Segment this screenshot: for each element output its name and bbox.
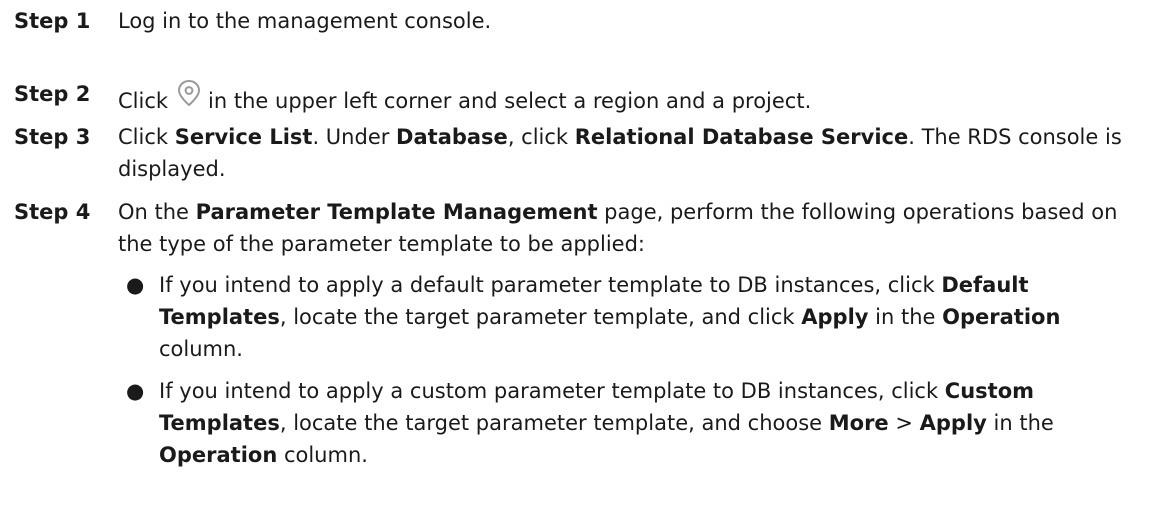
bullet-dot-icon: ● xyxy=(126,379,145,403)
step-label: Step 2 xyxy=(14,82,91,106)
step-text: On the Parameter Template Management pag… xyxy=(118,200,1118,256)
step-text: Click Service List. Under Database, clic… xyxy=(118,125,1122,181)
step-label: Step 1 xyxy=(14,9,91,33)
step-text: Log in to the management console. xyxy=(118,9,492,33)
bullet-dot-icon: ● xyxy=(126,273,145,297)
list-item: ● If you intend to apply a default parame… xyxy=(104,269,1144,365)
list-item: ● If you intend to apply a custom paramet… xyxy=(104,375,1144,471)
procedure-document: Step 1 Log in to the management console.… xyxy=(0,0,1161,514)
step-label: Step 3 xyxy=(14,125,91,149)
bullet-list: ● If you intend to apply a default parame… xyxy=(104,269,1144,471)
location-pin-icon xyxy=(172,78,206,110)
step-label: Step 4 xyxy=(14,200,91,224)
step-text: Click in the upper left corner and select… xyxy=(118,78,1148,117)
